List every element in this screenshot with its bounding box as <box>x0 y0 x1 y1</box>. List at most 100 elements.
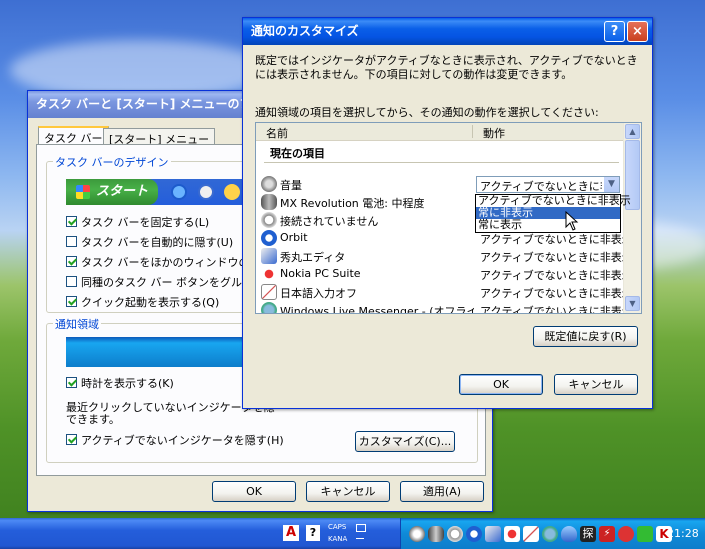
nokia-icon[interactable] <box>504 526 520 542</box>
item-action: アクティブでないときに非表示 <box>480 287 633 300</box>
start-label: スタート <box>96 184 149 199</box>
checkbox-ontop[interactable] <box>66 256 77 267</box>
ie-icon <box>171 184 187 200</box>
label-quicklaunch: クイック起動を表示する(Q) <box>81 296 220 309</box>
customize-notifications-dialog: 通知のカスタマイズ ? × 既定ではインジケータがアクティブなときに表示され、ア… <box>242 17 653 409</box>
item-name: 接続されていません <box>280 215 379 228</box>
media-icon <box>224 184 240 200</box>
action-dropdown-value: アクティブでないときに非表 <box>480 180 602 193</box>
action-dropdown-list[interactable]: アクティブでないときに非表示 常に非表示 常に表示 <box>475 194 631 233</box>
hidemaru-icon[interactable] <box>485 526 501 542</box>
section-line <box>264 162 619 163</box>
list-item[interactable]: Windows Live Messenger - (オフライ アクティブでないと… <box>256 301 633 314</box>
item-name: Orbit <box>280 231 308 244</box>
ime-icon[interactable] <box>523 526 539 542</box>
item-name: Nokia PC Suite <box>280 267 361 280</box>
notify-preview <box>66 337 256 367</box>
taskbar: A ? CAPS KANA 探 ⚡ K 21:28 <box>0 518 705 549</box>
mouse-battery-icon <box>261 194 277 210</box>
start-button[interactable]: スタート <box>66 179 158 205</box>
restore-defaults-button[interactable]: 既定値に戻す(R) <box>533 326 638 347</box>
speaker-icon[interactable] <box>409 526 425 542</box>
item-action: アクティブでないときに非表示 <box>480 251 633 264</box>
label-lock: タスク バーを固定する(L) <box>81 216 210 229</box>
ok-button[interactable]: OK <box>459 374 543 395</box>
mouse-cursor-icon <box>565 211 579 231</box>
kana-indicator: KANA <box>328 535 348 543</box>
list-item[interactable]: 日本語入力オフ アクティブでないときに非表示 <box>256 283 633 301</box>
column-action[interactable]: 動作 <box>483 125 505 141</box>
msn-icon[interactable] <box>637 526 653 542</box>
orbit-icon[interactable] <box>466 526 482 542</box>
clock[interactable]: 21:28 <box>667 527 699 540</box>
messenger-icon[interactable] <box>542 526 558 542</box>
shield-icon[interactable] <box>561 526 577 542</box>
label-hide-inactive: アクティブでないインジケータを隠す(H) <box>81 434 284 447</box>
label-autohide: タスク バーを自動的に隠す(U) <box>81 236 234 249</box>
messenger-icon <box>261 302 277 313</box>
cancel-button[interactable]: キャンセル <box>306 481 390 502</box>
checkbox-hide-inactive[interactable] <box>66 434 77 445</box>
checkbox-lock[interactable] <box>66 216 77 227</box>
instruction-text: 通知領域の項目を選択してから、その通知の動作を選択してください: <box>255 106 599 119</box>
caps-indicator: CAPS <box>328 523 347 531</box>
item-name: 秀丸エディタ <box>280 251 346 264</box>
label-group: 同種のタスク バー ボタンをグループ <box>81 276 264 289</box>
column-divider <box>472 125 473 138</box>
vertical-scrollbar[interactable]: ▲ ▼ <box>623 123 641 313</box>
item-name: Windows Live Messenger - (オフライ <box>280 305 474 314</box>
item-action: アクティブでないときに非表示 <box>480 233 633 246</box>
item-name: 日本語入力オフ <box>280 287 357 300</box>
column-name[interactable]: 名前 <box>266 125 288 141</box>
notification-area: 探 ⚡ K 21:28 <box>400 518 705 549</box>
security-icon[interactable] <box>618 526 634 542</box>
label-clock: 時計を表示する(K) <box>81 377 174 390</box>
group-design-title: タスク バーのデザイン <box>53 154 171 170</box>
help-button[interactable]: ? <box>604 21 625 42</box>
speaker-icon <box>261 176 277 192</box>
network-icon <box>261 212 277 228</box>
checkbox-autohide[interactable] <box>66 236 77 247</box>
mouse-battery-icon[interactable] <box>428 526 444 542</box>
dropdown-option[interactable]: 常に表示 <box>478 219 522 231</box>
media-player-icon <box>198 184 214 200</box>
item-action: アクティブでないときに非表示 <box>480 269 633 282</box>
scroll-down-button[interactable]: ▼ <box>625 296 640 311</box>
intro-text: 既定ではインジケータがアクティブなときに表示され、アクティブでないときには表示さ… <box>255 54 638 81</box>
scroll-up-button[interactable]: ▲ <box>625 124 640 139</box>
nokia-icon <box>261 266 277 282</box>
dialog-title[interactable]: 通知のカスタマイズ <box>243 18 652 45</box>
checkbox-clock[interactable] <box>66 377 77 388</box>
notify-description-2: できます。 <box>66 413 120 426</box>
taskbar-preview: スタート <box>66 179 246 205</box>
windows-flag-icon <box>76 185 90 199</box>
close-button[interactable]: × <box>627 21 648 42</box>
item-name: 音量 <box>280 179 302 192</box>
hidemaru-icon <box>261 248 277 264</box>
restore-icon[interactable] <box>356 524 366 532</box>
help-icon[interactable]: ? <box>306 525 320 541</box>
minimize-icon[interactable] <box>356 538 364 539</box>
item-action: アクティブでないときに非表示 <box>480 305 633 314</box>
cancel-button[interactable]: キャンセル <box>554 374 638 395</box>
search-icon[interactable]: 探 <box>580 526 596 542</box>
orbit-icon <box>261 230 277 246</box>
list-item[interactable]: 音量 アクティブでないときに非表 ▼ <box>256 175 620 193</box>
flash-icon[interactable]: ⚡ <box>599 526 615 542</box>
network-icon[interactable] <box>447 526 463 542</box>
apply-button[interactable]: 適用(A) <box>400 481 484 502</box>
group-notify-title: 通知領域 <box>53 316 101 332</box>
column-header: 名前 動作 <box>256 123 624 141</box>
customize-button[interactable]: カスタマイズ(C)... <box>355 431 455 452</box>
ime-icon <box>261 284 277 300</box>
action-dropdown[interactable]: アクティブでないときに非表 ▼ <box>476 176 620 193</box>
item-name: MX Revolution 電池: 中程度 <box>280 197 425 210</box>
section-header: 現在の項目 <box>270 147 325 160</box>
adobe-icon[interactable]: A <box>283 525 299 541</box>
chevron-down-icon[interactable]: ▼ <box>604 177 619 192</box>
checkbox-group[interactable] <box>66 276 77 287</box>
checkbox-quicklaunch[interactable] <box>66 296 77 307</box>
ok-button[interactable]: OK <box>212 481 296 502</box>
list-item[interactable]: Nokia PC Suite アクティブでないときに非表示 <box>256 265 633 283</box>
list-item[interactable]: 秀丸エディタ アクティブでないときに非表示 <box>256 247 633 265</box>
